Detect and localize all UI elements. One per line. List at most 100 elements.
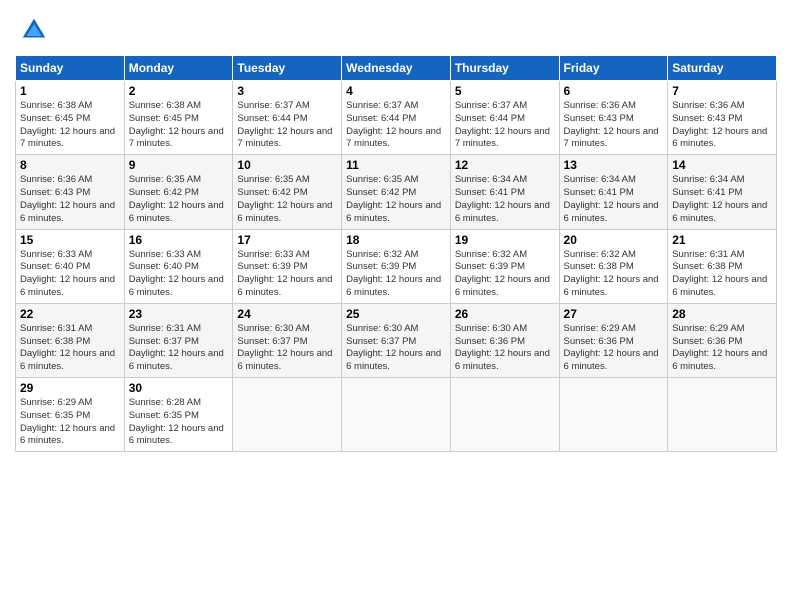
day-info: Sunrise: 6:32 AM Sunset: 6:38 PM Dayligh…: [564, 249, 664, 300]
daylight-label: Daylight: 12 hours and 6 minutes.: [672, 126, 767, 150]
day-info: Sunrise: 6:36 AM Sunset: 6:43 PM Dayligh…: [564, 100, 664, 151]
day-number: 26: [455, 307, 555, 321]
sunrise-label: Sunrise: 6:29 AM: [20, 397, 92, 408]
day-number: 8: [20, 158, 120, 172]
table-row: 22 Sunrise: 6:31 AM Sunset: 6:38 PM Dayl…: [16, 303, 125, 377]
day-info: Sunrise: 6:33 AM Sunset: 6:39 PM Dayligh…: [237, 249, 337, 300]
sunrise-label: Sunrise: 6:33 AM: [237, 249, 309, 260]
table-row: 12 Sunrise: 6:34 AM Sunset: 6:41 PM Dayl…: [450, 155, 559, 229]
sunset-label: Sunset: 6:39 PM: [346, 261, 416, 272]
sunset-label: Sunset: 6:42 PM: [346, 187, 416, 198]
daylight-label: Daylight: 12 hours and 7 minutes.: [564, 126, 659, 150]
sunrise-label: Sunrise: 6:37 AM: [346, 100, 418, 111]
table-row: 9 Sunrise: 6:35 AM Sunset: 6:42 PM Dayli…: [124, 155, 233, 229]
sunrise-label: Sunrise: 6:33 AM: [129, 249, 201, 260]
header: [15, 15, 777, 45]
day-number: 7: [672, 84, 772, 98]
day-number: 10: [237, 158, 337, 172]
daylight-label: Daylight: 12 hours and 6 minutes.: [564, 348, 659, 372]
sunrise-label: Sunrise: 6:34 AM: [564, 174, 636, 185]
sunrise-label: Sunrise: 6:30 AM: [346, 323, 418, 334]
day-number: 23: [129, 307, 229, 321]
daylight-label: Daylight: 12 hours and 6 minutes.: [564, 274, 659, 298]
day-number: 17: [237, 233, 337, 247]
sunset-label: Sunset: 6:45 PM: [129, 113, 199, 124]
sunset-label: Sunset: 6:38 PM: [564, 261, 634, 272]
sunrise-label: Sunrise: 6:34 AM: [455, 174, 527, 185]
table-row: 17 Sunrise: 6:33 AM Sunset: 6:39 PM Dayl…: [233, 229, 342, 303]
daylight-label: Daylight: 12 hours and 6 minutes.: [455, 348, 550, 372]
day-number: 5: [455, 84, 555, 98]
day-info: Sunrise: 6:31 AM Sunset: 6:38 PM Dayligh…: [672, 249, 772, 300]
day-info: Sunrise: 6:30 AM Sunset: 6:37 PM Dayligh…: [346, 323, 446, 374]
sunset-label: Sunset: 6:37 PM: [346, 336, 416, 347]
table-row: 1 Sunrise: 6:38 AM Sunset: 6:45 PM Dayli…: [16, 81, 125, 155]
daylight-label: Daylight: 12 hours and 6 minutes.: [346, 274, 441, 298]
week-row-2: 8 Sunrise: 6:36 AM Sunset: 6:43 PM Dayli…: [16, 155, 777, 229]
day-info: Sunrise: 6:37 AM Sunset: 6:44 PM Dayligh…: [346, 100, 446, 151]
day-info: Sunrise: 6:35 AM Sunset: 6:42 PM Dayligh…: [346, 174, 446, 225]
table-row: 29 Sunrise: 6:29 AM Sunset: 6:35 PM Dayl…: [16, 378, 125, 452]
day-info: Sunrise: 6:29 AM Sunset: 6:36 PM Dayligh…: [564, 323, 664, 374]
sunrise-label: Sunrise: 6:33 AM: [20, 249, 92, 260]
daylight-label: Daylight: 12 hours and 6 minutes.: [20, 274, 115, 298]
sunset-label: Sunset: 6:36 PM: [564, 336, 634, 347]
sunrise-label: Sunrise: 6:31 AM: [20, 323, 92, 334]
day-info: Sunrise: 6:38 AM Sunset: 6:45 PM Dayligh…: [20, 100, 120, 151]
day-number: 1: [20, 84, 120, 98]
table-row: [450, 378, 559, 452]
table-row: 5 Sunrise: 6:37 AM Sunset: 6:44 PM Dayli…: [450, 81, 559, 155]
day-info: Sunrise: 6:28 AM Sunset: 6:35 PM Dayligh…: [129, 397, 229, 448]
day-info: Sunrise: 6:32 AM Sunset: 6:39 PM Dayligh…: [346, 249, 446, 300]
table-row: 25 Sunrise: 6:30 AM Sunset: 6:37 PM Dayl…: [342, 303, 451, 377]
daylight-label: Daylight: 12 hours and 6 minutes.: [237, 348, 332, 372]
day-info: Sunrise: 6:29 AM Sunset: 6:35 PM Dayligh…: [20, 397, 120, 448]
weekday-header-tuesday: Tuesday: [233, 56, 342, 81]
day-number: 30: [129, 381, 229, 395]
sunset-label: Sunset: 6:35 PM: [129, 410, 199, 421]
daylight-label: Daylight: 12 hours and 7 minutes.: [455, 126, 550, 150]
sunrise-label: Sunrise: 6:36 AM: [672, 100, 744, 111]
sunrise-label: Sunrise: 6:34 AM: [672, 174, 744, 185]
sunrise-label: Sunrise: 6:29 AM: [672, 323, 744, 334]
day-number: 27: [564, 307, 664, 321]
table-row: [342, 378, 451, 452]
sunrise-label: Sunrise: 6:35 AM: [237, 174, 309, 185]
day-number: 24: [237, 307, 337, 321]
sunrise-label: Sunrise: 6:36 AM: [564, 100, 636, 111]
table-row: 2 Sunrise: 6:38 AM Sunset: 6:45 PM Dayli…: [124, 81, 233, 155]
sunset-label: Sunset: 6:38 PM: [672, 261, 742, 272]
sunrise-label: Sunrise: 6:31 AM: [672, 249, 744, 260]
day-info: Sunrise: 6:30 AM Sunset: 6:37 PM Dayligh…: [237, 323, 337, 374]
day-info: Sunrise: 6:34 AM Sunset: 6:41 PM Dayligh…: [455, 174, 555, 225]
table-row: 27 Sunrise: 6:29 AM Sunset: 6:36 PM Dayl…: [559, 303, 668, 377]
day-info: Sunrise: 6:34 AM Sunset: 6:41 PM Dayligh…: [672, 174, 772, 225]
day-number: 29: [20, 381, 120, 395]
sunset-label: Sunset: 6:44 PM: [346, 113, 416, 124]
day-number: 3: [237, 84, 337, 98]
sunset-label: Sunset: 6:39 PM: [455, 261, 525, 272]
sunrise-label: Sunrise: 6:30 AM: [455, 323, 527, 334]
day-number: 14: [672, 158, 772, 172]
sunrise-label: Sunrise: 6:37 AM: [455, 100, 527, 111]
sunrise-label: Sunrise: 6:29 AM: [564, 323, 636, 334]
day-number: 6: [564, 84, 664, 98]
week-row-1: 1 Sunrise: 6:38 AM Sunset: 6:45 PM Dayli…: [16, 81, 777, 155]
table-row: [233, 378, 342, 452]
table-row: 10 Sunrise: 6:35 AM Sunset: 6:42 PM Dayl…: [233, 155, 342, 229]
table-row: 16 Sunrise: 6:33 AM Sunset: 6:40 PM Dayl…: [124, 229, 233, 303]
sunset-label: Sunset: 6:41 PM: [455, 187, 525, 198]
week-row-3: 15 Sunrise: 6:33 AM Sunset: 6:40 PM Dayl…: [16, 229, 777, 303]
daylight-label: Daylight: 12 hours and 7 minutes.: [129, 126, 224, 150]
table-row: 7 Sunrise: 6:36 AM Sunset: 6:43 PM Dayli…: [668, 81, 777, 155]
day-info: Sunrise: 6:31 AM Sunset: 6:37 PM Dayligh…: [129, 323, 229, 374]
sunset-label: Sunset: 6:40 PM: [20, 261, 90, 272]
day-info: Sunrise: 6:36 AM Sunset: 6:43 PM Dayligh…: [672, 100, 772, 151]
day-number: 15: [20, 233, 120, 247]
table-row: [668, 378, 777, 452]
sunrise-label: Sunrise: 6:32 AM: [346, 249, 418, 260]
table-row: 3 Sunrise: 6:37 AM Sunset: 6:44 PM Dayli…: [233, 81, 342, 155]
sunset-label: Sunset: 6:35 PM: [20, 410, 90, 421]
daylight-label: Daylight: 12 hours and 7 minutes.: [20, 126, 115, 150]
daylight-label: Daylight: 12 hours and 6 minutes.: [672, 274, 767, 298]
